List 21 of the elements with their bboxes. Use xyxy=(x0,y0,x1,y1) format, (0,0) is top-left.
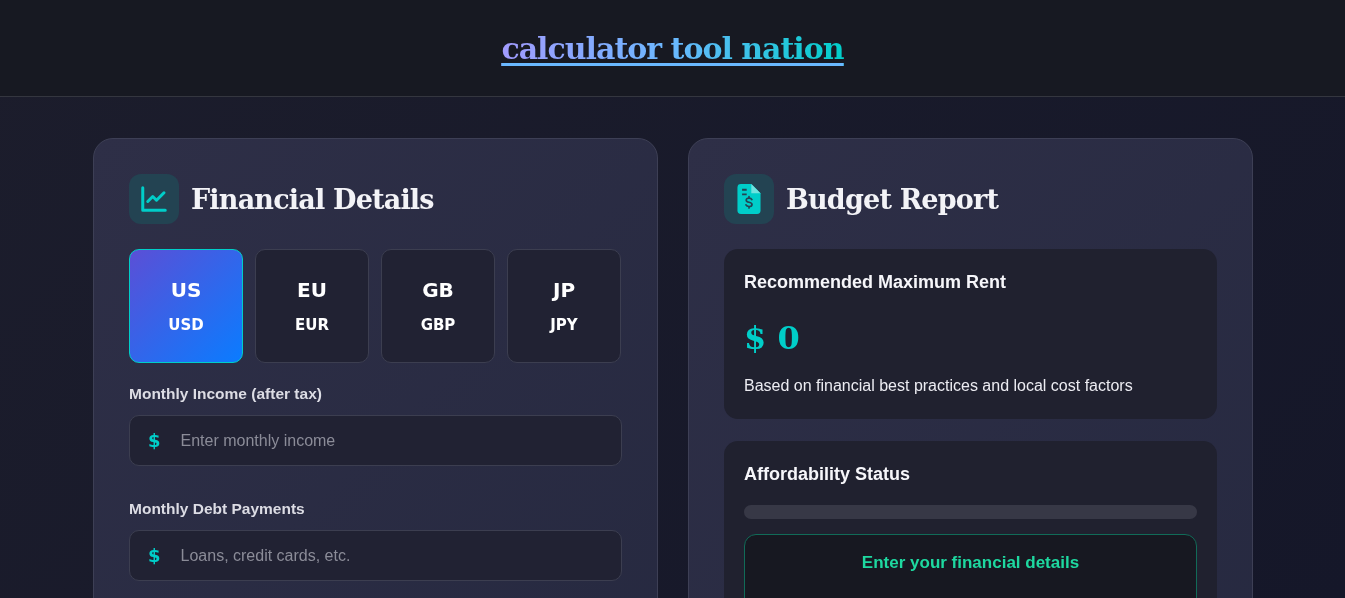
input-field[interactable]: $ Loans, credit cards, etc. xyxy=(129,530,622,581)
line-chart-icon xyxy=(139,184,169,214)
dollar-document-icon xyxy=(737,184,761,214)
input-field[interactable]: $ Enter monthly income xyxy=(129,415,622,466)
text-input[interactable]: Enter monthly income xyxy=(178,416,603,465)
status-message: Enter your financial details xyxy=(744,534,1197,598)
text-input[interactable]: Loans, credit cards, etc. xyxy=(178,531,603,580)
currency-button[interactable]: US USD xyxy=(129,249,243,363)
card-title: Budget Report xyxy=(786,183,999,215)
currency-prefix: $ xyxy=(148,545,161,566)
currency-button[interactable]: GB GBP xyxy=(381,249,495,363)
currency-button[interactable]: EU EUR xyxy=(255,249,369,363)
panel-title: Affordability Status xyxy=(744,464,911,485)
rent-note: Based on financial best practices and local cost factors xyxy=(744,377,1134,395)
currency-button[interactable]: JP JPY xyxy=(507,249,621,363)
panel-title: Recommended Maximum Rent xyxy=(744,272,1008,293)
rent-amount: $ 0 xyxy=(744,319,801,357)
field-label: Monthly Income (after tax) xyxy=(129,385,323,403)
card-title: Financial Details xyxy=(191,183,434,215)
currency-prefix: $ xyxy=(148,430,161,451)
field-label: Monthly Debt Payments xyxy=(129,500,306,518)
